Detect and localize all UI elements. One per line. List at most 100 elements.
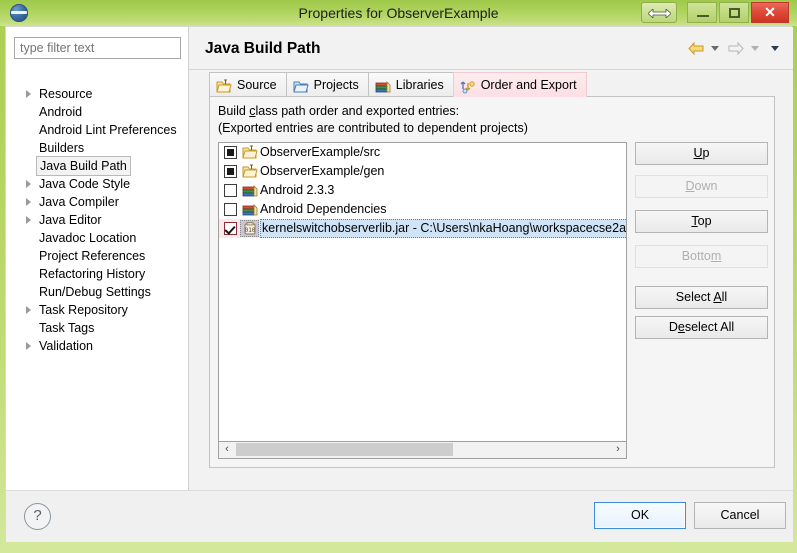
ok-button[interactable]: OK: [594, 502, 686, 529]
sidebar-item-builders[interactable]: Builders: [6, 139, 189, 157]
top-button[interactable]: Top: [635, 210, 768, 233]
libraries-books-icon: [375, 78, 391, 93]
back-arrow-icon[interactable]: [688, 41, 704, 56]
scroll-left-arrow-icon[interactable]: ‹: [219, 442, 235, 457]
list-horizontal-scrollbar[interactable]: ‹ ›: [218, 442, 627, 459]
back-dropdown-caret-icon[interactable]: [710, 46, 719, 52]
entry-checkbox[interactable]: [224, 184, 237, 197]
restore-dialog-icon[interactable]: [641, 2, 677, 23]
settings-tree: Resource Android Android Lint Preference…: [6, 85, 189, 355]
entry-label: kernelswitchobserverlib.jar - C:\Users\n…: [260, 219, 626, 238]
sidebar-item-refactoring-history[interactable]: Refactoring History: [6, 265, 189, 283]
sidebar-item-validation[interactable]: Validation: [6, 337, 189, 355]
jar-icon: 010: [242, 221, 258, 236]
sidebar-item-label: Refactoring History: [39, 267, 146, 281]
sidebar-item-label: Project References: [39, 249, 146, 263]
minimize-icon[interactable]: [687, 2, 717, 23]
entry-label: ObserverExample/gen: [260, 164, 385, 178]
entry-checkbox[interactable]: [224, 222, 237, 235]
settings-sidebar: Resource Android Android Lint Preference…: [6, 27, 189, 490]
select-all-mnemonic: A: [713, 290, 722, 304]
sidebar-item-label: Java Editor: [39, 213, 102, 227]
tab-label: Order and Export: [480, 78, 577, 92]
entry-checkbox[interactable]: [224, 165, 237, 178]
sidebar-item-java-build-path[interactable]: Java Build Path: [6, 156, 189, 176]
instructions-suffix: lass path order and exported entries:: [255, 104, 460, 118]
list-item[interactable]: Android Dependencies: [219, 200, 626, 219]
tab-projects[interactable]: Projects: [285, 72, 369, 97]
filter-input[interactable]: [14, 37, 181, 59]
expand-arrow-icon[interactable]: [26, 306, 31, 314]
sidebar-item-label: Java Compiler: [39, 195, 119, 209]
list-item[interactable]: ObserverExample/gen: [219, 162, 626, 181]
sidebar-item-java-editor[interactable]: Java Editor: [6, 211, 189, 229]
window-title: Properties for ObserverExample: [298, 5, 499, 21]
page-title: Java Build Path: [205, 40, 321, 57]
down-button: Down: [635, 175, 768, 198]
up-button-label: p: [702, 146, 710, 160]
classpath-entries-list[interactable]: ObserverExample/src ObserverExample/gen: [218, 142, 627, 442]
sidebar-item-label: Java Build Path: [36, 156, 131, 176]
select-all-button[interactable]: Select All: [635, 286, 768, 309]
source-folder-icon: [242, 164, 258, 179]
up-mnemonic: U: [693, 146, 703, 160]
sidebar-item-android[interactable]: Android: [6, 103, 189, 121]
maximize-icon[interactable]: [719, 2, 749, 23]
sidebar-item-java-compiler[interactable]: Java Compiler: [6, 193, 189, 211]
sidebar-item-run-debug-settings[interactable]: Run/Debug Settings: [6, 283, 189, 301]
panel-navigation: [687, 40, 783, 58]
sidebar-item-javadoc-location[interactable]: Javadoc Location: [6, 229, 189, 247]
deselect-all-button[interactable]: Deselect All: [635, 316, 768, 339]
entry-checkbox[interactable]: [224, 146, 237, 159]
library-books-icon: [242, 183, 258, 198]
sidebar-item-android-lint-preferences[interactable]: Android Lint Preferences: [6, 121, 189, 139]
tab-order-and-export[interactable]: Order and Export: [452, 72, 587, 97]
expand-arrow-icon[interactable]: [26, 180, 31, 188]
expand-arrow-icon[interactable]: [26, 216, 31, 224]
sidebar-item-label: Android Lint Preferences: [39, 123, 177, 137]
title-bar: Properties for ObserverExample ✕: [0, 0, 797, 26]
order-export-tab-panel: Build class path order and exported entr…: [209, 96, 775, 468]
sidebar-item-project-references[interactable]: Project References: [6, 247, 189, 265]
scrollbar-thumb[interactable]: [236, 443, 453, 456]
cancel-button[interactable]: Cancel: [694, 502, 786, 529]
tab-source[interactable]: Source: [209, 72, 287, 97]
top-button-label: op: [697, 214, 712, 228]
close-icon[interactable]: ✕: [751, 2, 789, 23]
entry-checkbox[interactable]: [224, 203, 237, 216]
help-icon[interactable]: ?: [24, 503, 51, 530]
maximize-glyph: [729, 8, 740, 18]
sidebar-item-label: Builders: [39, 141, 85, 155]
forward-arrow-icon: [728, 41, 744, 56]
expand-arrow-icon[interactable]: [26, 342, 31, 350]
sidebar-item-label: Java Code Style: [39, 177, 131, 191]
view-menu-caret-icon[interactable]: [771, 46, 779, 52]
select-all-suffix: ll: [721, 290, 728, 304]
sidebar-item-task-tags[interactable]: Task Tags: [6, 319, 189, 337]
sidebar-item-resource[interactable]: Resource: [6, 85, 189, 103]
forward-dropdown-caret-icon: [750, 46, 759, 52]
list-item[interactable]: Android 2.3.3: [219, 181, 626, 200]
up-button[interactable]: Up: [635, 142, 768, 165]
source-folder-icon: [216, 78, 232, 93]
sidebar-item-label: Task Tags: [39, 321, 95, 335]
scroll-right-arrow-icon[interactable]: ›: [610, 442, 626, 457]
tab-label: Libraries: [395, 78, 444, 92]
sidebar-item-label: Run/Debug Settings: [39, 285, 151, 299]
source-folder-icon: [242, 145, 258, 160]
dialog-footer: ? OK Cancel: [6, 490, 793, 542]
bottom-prefix: Botto: [681, 249, 711, 263]
sidebar-item-label: Validation: [39, 339, 93, 353]
sidebar-item-java-code-style[interactable]: Java Code Style: [6, 175, 189, 193]
tab-libraries[interactable]: Libraries: [367, 72, 454, 97]
expand-arrow-icon[interactable]: [26, 90, 31, 98]
deselect-suffix: select All: [684, 320, 735, 334]
expand-arrow-icon[interactable]: [26, 198, 31, 206]
java-build-path-panel: Java Build Path Source Projects Librarie…: [189, 27, 793, 490]
bottom-mnemonic: m: [710, 249, 722, 263]
sidebar-item-task-repository[interactable]: Task Repository: [6, 301, 189, 319]
project-folder-icon: [292, 78, 309, 93]
list-item[interactable]: 010 kernelswitchobserverlib.jar - C:\Use…: [219, 219, 626, 238]
list-item[interactable]: ObserverExample/src: [219, 143, 626, 162]
select-all-prefix: Select: [675, 290, 714, 304]
